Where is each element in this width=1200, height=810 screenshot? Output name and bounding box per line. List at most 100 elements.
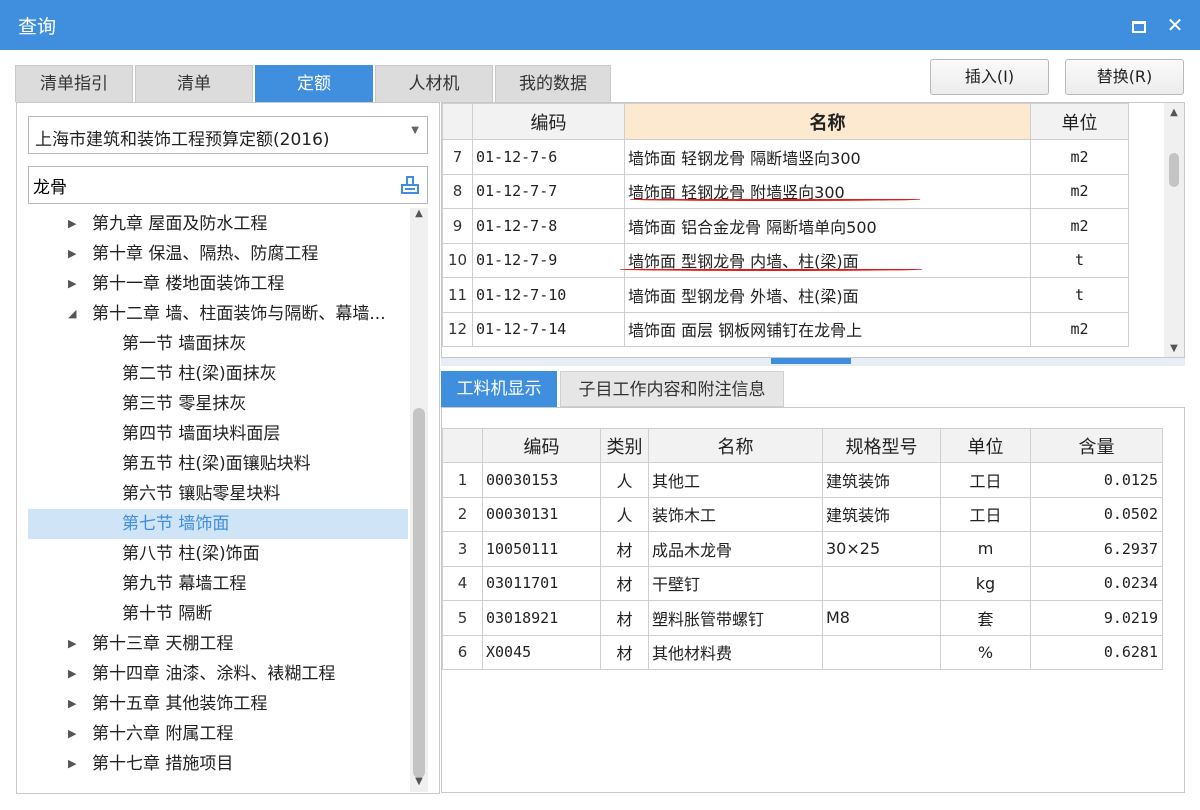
- tree-chapter[interactable]: ▶ 第十三章 天棚工程: [28, 629, 408, 659]
- search-field[interactable]: [28, 166, 428, 204]
- quota-code: 01-12-7-14: [472, 311, 625, 347]
- replace-button[interactable]: 替换(R): [1065, 59, 1184, 95]
- expand-icon[interactable]: ▶: [68, 659, 76, 689]
- insert-button[interactable]: 插入(I): [930, 59, 1049, 95]
- column-header-code[interactable]: 编码: [482, 428, 601, 463]
- material-spec: [822, 565, 941, 601]
- scroll-down-icon[interactable]: ▼: [412, 776, 426, 787]
- table-row[interactable]: 3 10050111 材成品木龙骨 30×25 m 6.2937: [442, 531, 1163, 567]
- tab-work-content-notes[interactable]: 子目工作内容和附注信息: [560, 371, 784, 407]
- search-input[interactable]: [33, 171, 393, 199]
- table-row[interactable]: 4 03011701 材干壁钉 kg 0.0234: [442, 565, 1163, 601]
- table-row[interactable]: 2 00030131 人装饰木工 建筑装饰 工日 0.0502: [442, 496, 1163, 532]
- tree-chapter[interactable]: ▶ 第十一章 楼地面装饰工程: [28, 269, 408, 299]
- tree-chapter[interactable]: ▶ 第十章 保温、隔热、防腐工程: [28, 239, 408, 269]
- tab-labor-material-machine[interactable]: 人材机: [375, 65, 493, 102]
- material-table: 编码 类别 名称 规格型号 单位 含量 1 00030153 人其他工 建筑装饰 工日 0…: [442, 428, 1163, 670]
- search-filter-icon[interactable]: [399, 174, 421, 196]
- tree-item-label: 第十四章 油漆、涂料、裱糊工程: [92, 664, 336, 684]
- table-row[interactable]: 12 01-12-7-14 墙饰面 面层 钢板网铺钉在龙骨上 m2: [442, 311, 1129, 347]
- tree-chapter[interactable]: ▶ 第九章 屋面及防水工程: [28, 210, 408, 239]
- tree-section[interactable]: 第九节 幕墙工程: [28, 569, 408, 599]
- splitter-handle[interactable]: [771, 358, 851, 364]
- expand-icon[interactable]: ▶: [68, 719, 76, 749]
- tab-list[interactable]: 清单: [135, 65, 253, 102]
- tree-chapter[interactable]: ◢ 第十二章 墙、柱面装饰与隔断、幕墙...: [28, 299, 408, 329]
- column-header-name[interactable]: 名称: [648, 428, 823, 463]
- quota-code: 01-12-7-9: [472, 242, 625, 278]
- tab-my-data[interactable]: 我的数据: [495, 65, 611, 102]
- expand-icon[interactable]: ▶: [68, 210, 76, 239]
- scroll-down-icon[interactable]: ▼: [1167, 343, 1181, 354]
- material-code: 03018921: [482, 600, 601, 636]
- quota-name: 墙饰面 轻钢龙骨 隔断墙竖向300: [624, 139, 1031, 175]
- maximize-button[interactable]: [1124, 10, 1154, 40]
- expand-icon[interactable]: ▶: [68, 239, 76, 269]
- material-type: 人: [600, 496, 649, 532]
- column-header-code[interactable]: 编码: [472, 103, 625, 140]
- quota-scroll-thumb[interactable]: [1169, 153, 1179, 187]
- tree-section[interactable]: 第六节 镶贴零星块料: [28, 479, 408, 509]
- quota-unit: t: [1030, 242, 1129, 278]
- material-spec: 建筑装饰: [822, 496, 941, 532]
- tab-material-display[interactable]: 工料机显示: [441, 371, 557, 407]
- tree-section[interactable]: 第四节 墙面块料面层: [28, 419, 408, 449]
- table-row[interactable]: 7 01-12-7-6 墙饰面 轻钢龙骨 隔断墙竖向300 m2: [442, 139, 1129, 175]
- tree-section[interactable]: 第七节 墙饰面: [28, 509, 408, 539]
- tree-section[interactable]: 第十节 隔断: [28, 599, 408, 629]
- tab-quota[interactable]: 定额: [255, 65, 373, 102]
- panel-splitter[interactable]: [441, 358, 1185, 366]
- tab-list-guide[interactable]: 清单指引: [15, 65, 133, 102]
- tree-section[interactable]: 第一节 墙面抹灰: [28, 329, 408, 359]
- material-type: 材: [600, 600, 649, 636]
- quota-code: 01-12-7-7: [472, 173, 625, 209]
- material-quantity: 0.0234: [1030, 565, 1163, 601]
- collapse-icon[interactable]: ◢: [68, 299, 76, 329]
- tree-chapter[interactable]: ▶ 第十六章 附属工程: [28, 719, 408, 749]
- tree-chapter[interactable]: ▶ 第十五章 其他装饰工程: [28, 689, 408, 719]
- tree-scroll-thumb[interactable]: [413, 408, 425, 778]
- column-header-quantity[interactable]: 含量: [1030, 428, 1163, 463]
- expand-icon[interactable]: ▶: [68, 689, 76, 719]
- material-quantity: 0.6281: [1030, 634, 1163, 670]
- tree-item-label: 第十六章 附属工程: [92, 724, 234, 744]
- quota-name: 墙饰面 铝合金龙骨 隔断墙单向500: [624, 208, 1031, 244]
- column-header-unit[interactable]: 单位: [1030, 103, 1129, 140]
- table-row[interactable]: 5 03018921 材塑料胀管带螺钉 M8 套 9.0219: [442, 600, 1163, 636]
- tree-section[interactable]: 第二节 柱(梁)面抹灰: [28, 359, 408, 389]
- scroll-up-icon[interactable]: ▲: [412, 208, 426, 219]
- tree-item-label: 第一节 墙面抹灰: [122, 334, 247, 354]
- column-header-name[interactable]: 名称: [624, 103, 1031, 140]
- tree-chapter[interactable]: ▶ 第十七章 措施项目: [28, 749, 408, 779]
- tree-section[interactable]: 第五节 柱(梁)面镶贴块料: [28, 449, 408, 479]
- column-header-spec[interactable]: 规格型号: [822, 428, 941, 463]
- tree-chapter[interactable]: ▶ 第十四章 油漆、涂料、裱糊工程: [28, 659, 408, 689]
- title-bar: 查询 ✕: [0, 0, 1200, 50]
- expand-icon[interactable]: ▶: [68, 629, 76, 659]
- table-row[interactable]: 11 01-12-7-10 墙饰面 型钢龙骨 外墙、柱(梁)面 t: [442, 277, 1129, 313]
- tree-section[interactable]: 第三节 零星抹灰: [28, 389, 408, 419]
- material-name: 其他材料费: [648, 634, 823, 670]
- scroll-up-icon[interactable]: ▲: [1167, 107, 1181, 118]
- table-row[interactable]: 6 X0045 材其他材料费% 0.6281: [442, 634, 1163, 670]
- quota-unit: m2: [1030, 208, 1129, 244]
- material-name: 成品木龙骨: [648, 531, 823, 567]
- table-row[interactable]: 9 01-12-7-8 墙饰面 铝合金龙骨 隔断墙单向500 m2: [442, 208, 1129, 244]
- quota-table-scrollbar[interactable]: ▲ ▼: [1164, 103, 1184, 357]
- table-row[interactable]: 8 01-12-7-7 墙饰面 轻钢龙骨 附墙竖向300 m2: [442, 173, 1129, 209]
- tree-scrollbar[interactable]: ▲ ▼: [410, 208, 428, 792]
- tree-section[interactable]: 第八节 柱(梁)饰面: [28, 539, 408, 569]
- column-header-type[interactable]: 类别: [600, 428, 649, 463]
- column-header-unit[interactable]: 单位: [940, 428, 1031, 463]
- table-row[interactable]: 1 00030153 人其他工 建筑装饰 工日 0.0125: [442, 462, 1163, 498]
- quota-library-select[interactable]: 上海市建筑和装饰工程预算定额(2016) ▼: [28, 116, 428, 154]
- quota-unit: m2: [1030, 173, 1129, 209]
- close-button[interactable]: ✕: [1160, 10, 1190, 40]
- quota-name: 墙饰面 型钢龙骨 内墙、柱(梁)面: [624, 242, 1031, 278]
- material-unit: m: [940, 531, 1031, 567]
- expand-icon[interactable]: ▶: [68, 749, 76, 779]
- expand-icon[interactable]: ▶: [68, 269, 76, 299]
- row-number: 12: [442, 311, 473, 347]
- material-unit: 工日: [940, 496, 1031, 532]
- table-row[interactable]: 10 01-12-7-9 墙饰面 型钢龙骨 内墙、柱(梁)面 t: [442, 242, 1129, 278]
